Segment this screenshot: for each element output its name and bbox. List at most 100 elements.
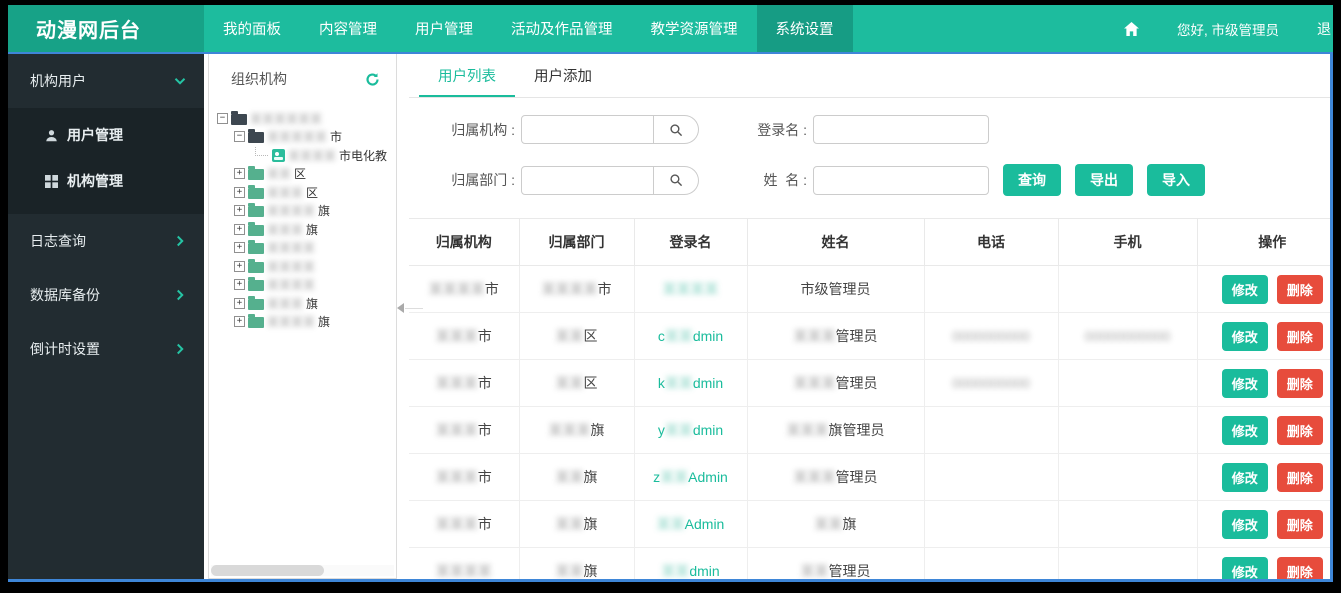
tree-node[interactable]: +某某某旗 [217, 220, 396, 239]
collapse-icon[interactable]: − [234, 131, 245, 142]
sidebar-item-数据库备份[interactable]: 数据库备份 [8, 268, 204, 322]
logout-link[interactable]: 退出 [1317, 19, 1331, 39]
edit-button[interactable]: 修改 [1222, 510, 1268, 539]
nav-item-用户管理[interactable]: 用户管理 [396, 5, 492, 52]
nav-item-教学资源管理[interactable]: 教学资源管理 [632, 5, 757, 52]
tree-node[interactable]: +某某某旗 [217, 294, 396, 313]
expand-icon[interactable]: + [234, 242, 245, 253]
tree-connector [255, 147, 268, 156]
name-input[interactable] [813, 166, 989, 195]
edit-button[interactable]: 修改 [1222, 557, 1268, 580]
cell-dept: 某某某某市 [519, 266, 634, 313]
cell-text: 管理员 [836, 375, 878, 391]
cell-login: 某某Admin [634, 501, 747, 548]
delete-button[interactable]: 删除 [1277, 510, 1323, 539]
table-row: 某某某市某某旗z某某Admin某某某管理员修改删除 [409, 454, 1330, 501]
collapse-tree-icon[interactable] [397, 300, 405, 314]
tree-node-label: 市 [330, 128, 342, 145]
cell-blurred: 0000000000 [952, 328, 1030, 344]
dept-input[interactable] [521, 166, 654, 195]
tree-node[interactable]: +某某某某旗 [217, 313, 396, 332]
tree-node[interactable]: +某某某区 [217, 183, 396, 202]
tree-node[interactable]: +某某某某 [217, 257, 396, 276]
home-icon[interactable] [1124, 22, 1139, 36]
org-input[interactable] [521, 115, 654, 144]
cell-name: 某某某管理员 [747, 454, 924, 501]
expand-icon[interactable]: + [234, 298, 245, 309]
expand-icon[interactable]: + [234, 205, 245, 216]
tree-node[interactable]: +某某某某 [217, 276, 396, 295]
delete-button[interactable]: 删除 [1277, 369, 1323, 398]
edit-button[interactable]: 修改 [1222, 322, 1268, 351]
tree-node[interactable]: + 某某某某 [217, 239, 396, 258]
column-header-归属机构: 归属机构 [409, 219, 519, 266]
navbar-right: 您好, 市级管理员 退出 [1124, 5, 1333, 52]
cell-blurred: 某某 [815, 516, 843, 532]
expand-icon[interactable]: + [234, 187, 245, 198]
cell-actions: 修改删除 [1197, 266, 1330, 313]
refresh-icon[interactable] [365, 72, 380, 87]
cell-org: 某某某市 [409, 501, 519, 548]
cell-text: 旗 [584, 563, 598, 579]
cell-text: Admin [688, 469, 728, 485]
tree-node-label-blurred: 某某某某 [288, 147, 336, 164]
button-导出[interactable]: 导出 [1075, 164, 1133, 196]
cell-text: 旗 [584, 516, 598, 532]
cell-name: 某某某管理员 [747, 313, 924, 360]
cell-blurred: 某某 [665, 375, 693, 391]
sidebar-item-label: 日志查询 [30, 231, 86, 251]
table-header-row: 归属机构归属部门登录名姓名电话手机操作 [409, 219, 1330, 266]
collapse-icon[interactable]: − [217, 113, 228, 124]
tree-node[interactable]: +某某某某旗 [217, 202, 396, 221]
expand-icon[interactable]: + [234, 279, 245, 290]
edit-button[interactable]: 修改 [1222, 416, 1268, 445]
login-input[interactable] [813, 115, 989, 144]
sidebar-item-倒计时设置[interactable]: 倒计时设置 [8, 322, 204, 376]
sidebar-item-label: 数据库备份 [30, 285, 100, 305]
tree-node-label-blurred: 某某某某 [267, 239, 315, 256]
edit-button[interactable]: 修改 [1222, 275, 1268, 304]
tree-node[interactable]: −某某某某某市 [217, 128, 396, 147]
content-pane: 用户列表 用户添加 归属机构 : 登录名 : 归属部门 : [409, 54, 1330, 579]
edit-button[interactable]: 修改 [1222, 463, 1268, 492]
expand-icon[interactable]: + [234, 316, 245, 327]
expand-icon[interactable]: + [234, 224, 245, 235]
dept-search-button[interactable] [654, 166, 699, 195]
delete-button[interactable]: 删除 [1277, 557, 1323, 580]
tree-horizontal-scrollbar[interactable] [211, 565, 394, 576]
tree-node-label-blurred: 某某某某 [267, 313, 315, 330]
nav-item-活动及作品管理[interactable]: 活动及作品管理 [492, 5, 632, 52]
tab-user-list[interactable]: 用户列表 [419, 54, 515, 97]
sidebar-item-机构用户[interactable]: 机构用户 [8, 54, 204, 108]
delete-button[interactable]: 删除 [1277, 463, 1323, 492]
delete-button[interactable]: 删除 [1277, 416, 1323, 445]
nav-item-内容管理[interactable]: 内容管理 [300, 5, 396, 52]
tab-user-add[interactable]: 用户添加 [515, 54, 611, 97]
cell-blurred: 某某 [657, 516, 685, 532]
cell-actions: 修改删除 [1197, 454, 1330, 501]
login-label: 登录名 : [727, 120, 807, 140]
sidebar-subitem-用户管理[interactable]: 用户管理 [8, 112, 204, 158]
nav-item-系统设置[interactable]: 系统设置 [757, 5, 853, 52]
tree-node[interactable]: +某某区 [217, 165, 396, 184]
button-查询[interactable]: 查询 [1003, 164, 1061, 196]
cell-name: 某某某管理员 [747, 360, 924, 407]
expand-icon[interactable]: + [234, 261, 245, 272]
cell-blurred: 某某 [556, 469, 584, 485]
nav-item-我的面板[interactable]: 我的面板 [204, 5, 300, 52]
org-label: 归属机构 : [423, 120, 515, 140]
delete-button[interactable]: 删除 [1277, 322, 1323, 351]
cell-text: 市 [478, 328, 492, 344]
sidebar-subitem-机构管理[interactable]: 机构管理 [8, 158, 204, 204]
tree-node[interactable]: 某某某某市电化教 [217, 146, 396, 165]
edit-button[interactable]: 修改 [1222, 369, 1268, 398]
button-导入[interactable]: 导入 [1147, 164, 1205, 196]
tree-node[interactable]: −某某某某某某 [217, 109, 396, 128]
search-form: 归属机构 : 登录名 : 归属部门 : [409, 98, 1330, 218]
sidebar-item-日志查询[interactable]: 日志查询 [8, 214, 204, 268]
expand-icon[interactable]: + [234, 168, 245, 179]
cell-login: z某某Admin [634, 454, 747, 501]
scrollbar-thumb[interactable] [211, 565, 324, 576]
delete-button[interactable]: 删除 [1277, 275, 1323, 304]
org-search-button[interactable] [654, 115, 699, 144]
